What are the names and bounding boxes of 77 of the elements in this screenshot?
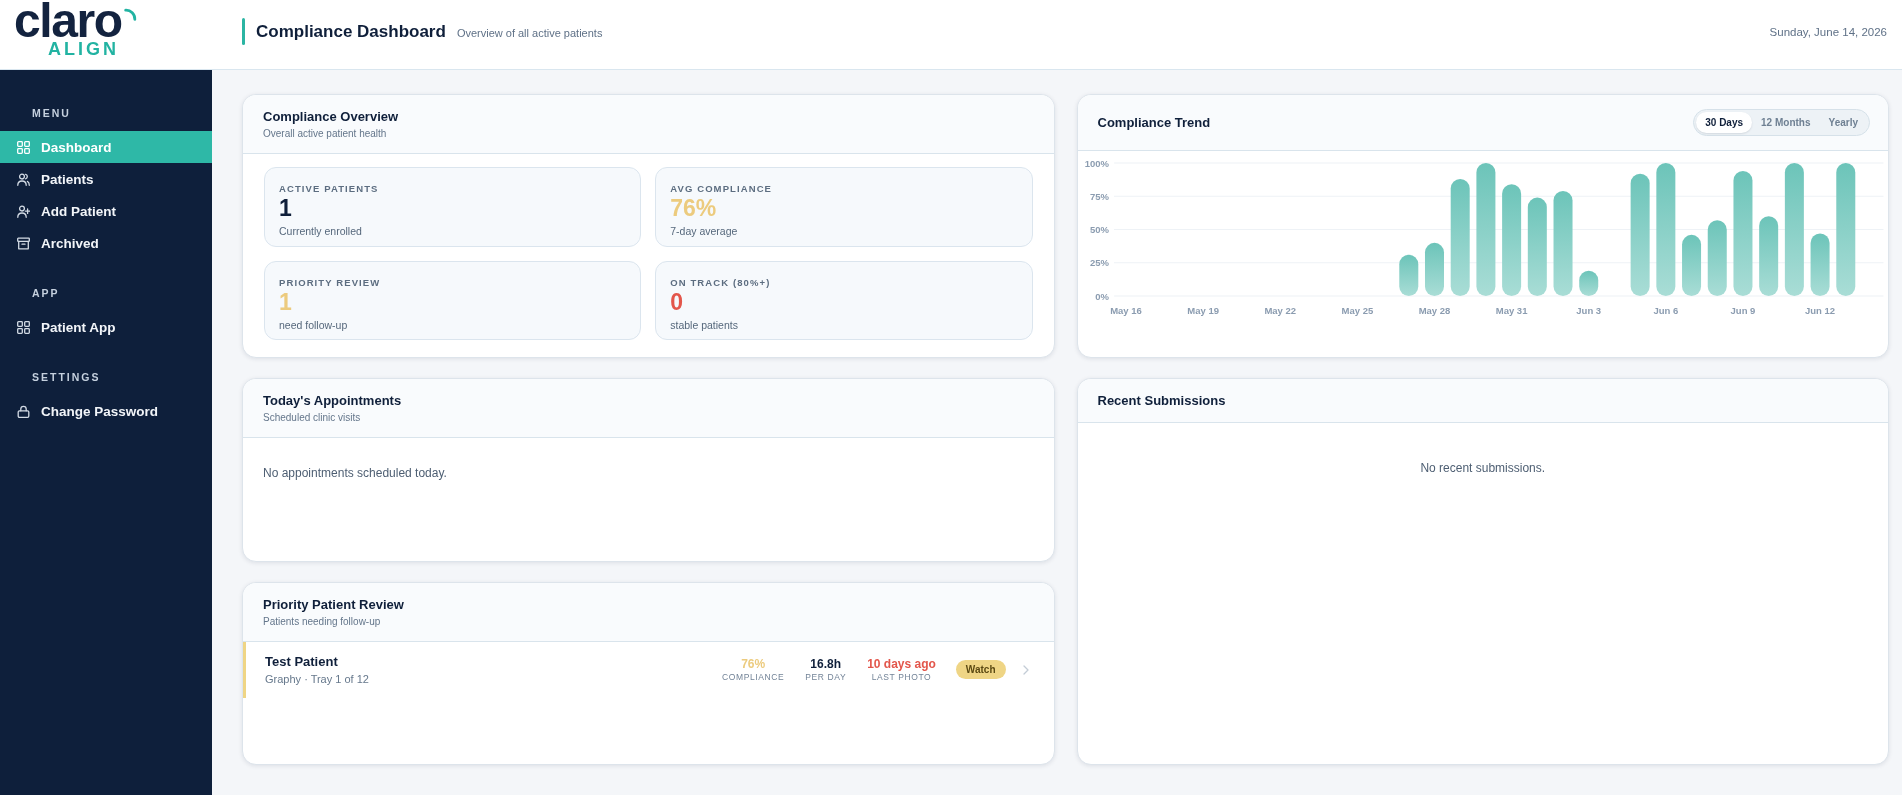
y-axis-label: 25% — [1089, 257, 1109, 269]
x-axis-label: May 31 — [1495, 305, 1527, 317]
chevron-right-icon — [1022, 664, 1029, 675]
y-axis-label: 75% — [1089, 190, 1109, 202]
stat-caption: Currently enrolled — [279, 225, 363, 238]
user-plus-icon — [17, 204, 30, 218]
card-title: Recent Submissions — [1097, 393, 1227, 409]
stat-value: 1 — [279, 288, 293, 315]
nav-item[interactable]: Change Password — [0, 395, 212, 427]
metric-value: 16.8h — [810, 656, 842, 672]
card-subtitle: Patients needing follow-up — [263, 614, 382, 628]
grid-icon — [17, 320, 30, 334]
x-axis-label: May 22 — [1263, 305, 1296, 317]
card-subtitle: Scheduled clinic visits — [263, 411, 362, 424]
card-title: Priority Patient Review — [263, 596, 405, 613]
chart-bar — [1424, 242, 1444, 297]
x-axis-label: Jun 12 — [1804, 305, 1835, 317]
sidebar-section-label: SETTINGS — [31, 371, 102, 384]
lock-icon — [17, 404, 30, 418]
logo-tagline: ALIGN — [47, 40, 120, 59]
users-icon — [17, 172, 30, 186]
page-subtitle: Overview of all active patients — [456, 27, 603, 39]
page-title: Compliance Dashboard — [256, 21, 446, 42]
card-subtitle: Overall active patient health — [263, 127, 388, 140]
stat-value: 76% — [670, 195, 718, 221]
y-axis-label: 50% — [1089, 224, 1109, 236]
x-axis-label: May 19 — [1186, 305, 1219, 317]
stat-caption: stable patients — [670, 318, 739, 332]
x-axis-label: Jun 6 — [1652, 305, 1678, 317]
chart-bar — [1578, 270, 1598, 297]
metric-value: 76% — [741, 656, 766, 672]
chart-bar — [1398, 254, 1418, 297]
x-axis-label: May 28 — [1418, 305, 1450, 317]
logo-wordmark: claro — [14, 0, 122, 42]
chart-bar — [1810, 233, 1830, 297]
title-accent-bar — [242, 18, 245, 45]
patient-row[interactable]: Test Patient Graphy · Tray 1 of 12 76% COMPLIANCE 16.8h PER DAY 10 days ago LAST PHOTO Watch — [243, 641, 1054, 698]
card-title: Compliance Overview — [263, 109, 400, 125]
patient-name: Test Patient — [265, 653, 339, 670]
y-axis-label: 100% — [1084, 157, 1109, 169]
x-axis-label: Jun 3 — [1575, 305, 1601, 317]
patient-detail: Graphy · Tray 1 of 12 — [265, 671, 370, 686]
grid-icon — [17, 140, 30, 154]
metric-value: 10 days ago — [867, 656, 936, 672]
stat-caption: 7-day average — [670, 225, 739, 238]
range-tab[interactable]: 12 Months — [1752, 112, 1820, 133]
card-title: Compliance Trend — [1097, 114, 1211, 131]
empty-message: No appointments scheduled today. — [263, 466, 447, 480]
logo-arc-icon — [122, 8, 137, 22]
card-title: Today's Appointments — [263, 393, 403, 409]
archive-box-icon — [17, 236, 30, 250]
nav-item[interactable]: Patient App — [0, 311, 212, 343]
header-date: Sunday, June 14, 2026 — [1769, 25, 1888, 38]
nav-item[interactable]: Archived — [0, 227, 212, 259]
stat-caption: need follow-up — [279, 318, 349, 332]
nav-item[interactable]: Add Patient — [0, 195, 212, 227]
sidebar-section-label: MENU — [31, 107, 72, 120]
chart-bar — [1681, 234, 1701, 297]
sidebar-section-label: APP — [31, 287, 61, 300]
stat-label: ACTIVE PATIENTS — [279, 183, 380, 195]
y-axis-label: 0% — [1094, 290, 1109, 302]
stat-value: 0 — [670, 288, 685, 315]
stat-value: 1 — [279, 195, 293, 221]
status-badge: Watch — [955, 660, 1006, 679]
x-axis-label: May 25 — [1341, 305, 1373, 317]
x-axis-label: May 16 — [1109, 305, 1142, 317]
stat-label: AVG COMPLIANCE — [670, 183, 774, 195]
metric-label: COMPLIANCE — [722, 671, 785, 683]
metric-label: LAST PHOTO — [871, 671, 932, 683]
nav-item[interactable]: Patients — [0, 163, 212, 195]
stat-label: ON TRACK (80%+) — [670, 276, 772, 289]
range-tab[interactable]: 30 Days — [1696, 112, 1753, 133]
empty-message: No recent submissions. — [1420, 461, 1546, 475]
range-tab[interactable]: Yearly — [1819, 112, 1867, 133]
stat-label: PRIORITY REVIEW — [279, 276, 382, 289]
x-axis-label: Jun 9 — [1730, 305, 1755, 317]
metric-label: PER DAY — [805, 671, 847, 683]
